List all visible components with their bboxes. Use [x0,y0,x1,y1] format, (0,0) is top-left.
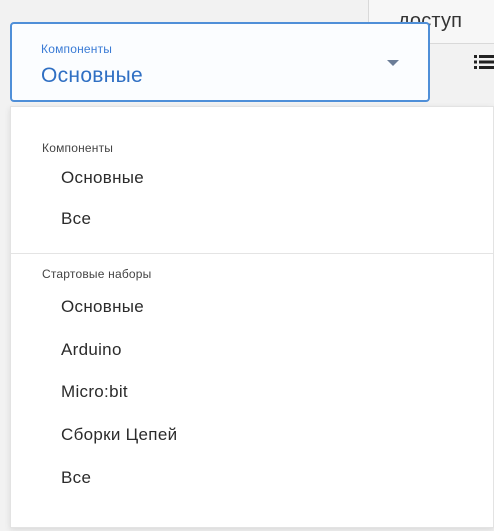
group-title-starter-kits: Стартовые наборы [42,267,152,281]
menu-item-circuit-assemblies[interactable]: Сборки Цепей [61,425,177,445]
menu-item-microbit[interactable]: Micro:bit [61,382,128,402]
select-value: Основные [41,64,144,87]
menu-divider [11,253,494,254]
menu-item-arduino[interactable]: Arduino [61,340,122,360]
menu-item-starter-basic[interactable]: Основные [61,297,144,317]
caret-down-icon[interactable] [387,60,399,66]
components-select[interactable]: Компоненты Основные [10,22,430,102]
dropdown-menu: Компоненты Основные Все Стартовые наборы… [10,106,494,528]
list-view-icon[interactable] [474,54,494,70]
group-title-components: Компоненты [42,141,114,155]
menu-item-starter-all[interactable]: Все [61,468,91,488]
page: доступ Компоненты Основные Компоненты Ос… [0,0,494,531]
select-label: Компоненты [41,42,113,56]
menu-item-all[interactable]: Все [61,209,91,229]
menu-item-basic[interactable]: Основные [61,168,144,188]
